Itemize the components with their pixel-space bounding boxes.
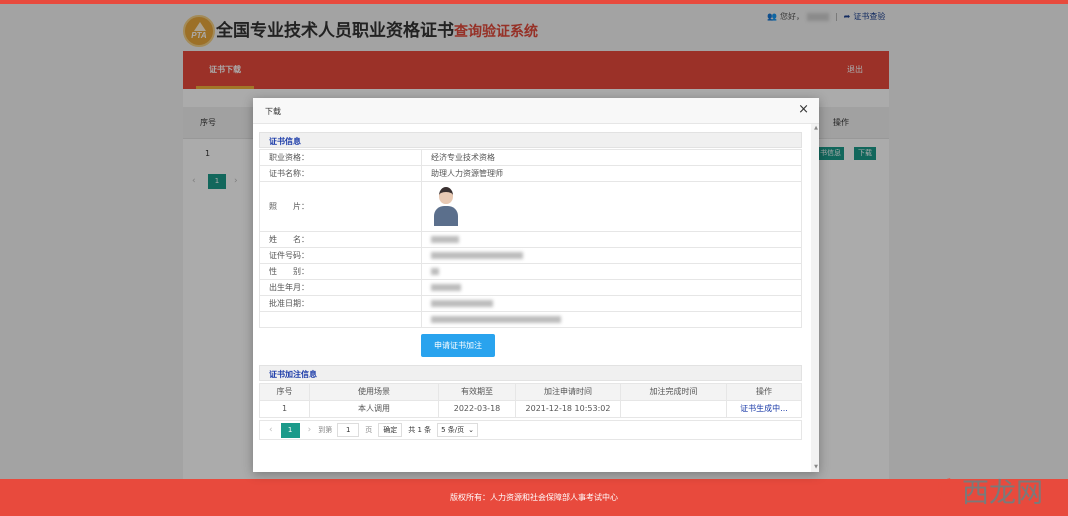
redacted-value [431,268,439,275]
annotation-section-title: 证书加注信息 [269,370,317,379]
watermark-rest: 西龙网 [962,478,1043,509]
cell-scene: 本人调用 [309,400,439,418]
info-row-birth: 出生年月： [259,279,802,296]
column-header: 操作 [726,383,802,401]
pager-prev-icon[interactable]: ‹ [269,425,273,435]
info-label [259,311,422,328]
pager-goto-label: 到第 [318,426,333,434]
table-row: 1 本人调用 2022-03-18 2021-12-18 10:53:02 证书… [259,400,802,418]
watermark-accent: 广 [935,478,962,509]
info-label: 姓 名： [259,231,422,248]
pager-unit-label: 页 [365,426,373,434]
column-header: 加注申请时间 [515,383,621,401]
scroll-down-icon[interactable]: ▼ [814,464,818,470]
certificate-info-section-title: 证书信息 [269,137,301,146]
certificate-info-section-header: 证书信息 [259,132,802,148]
info-value-redacted [421,279,802,296]
scroll-up-icon[interactable]: ▲ [814,125,818,131]
redacted-value [431,236,459,243]
column-header: 加注完成时间 [620,383,727,401]
cell-valid-until: 2022-03-18 [438,400,516,418]
modal-title: 下载 [265,107,281,116]
info-label: 批准日期： [259,295,422,312]
info-label: 职业资格： [259,149,422,166]
copyright-text: 版权所有：人力资源和社会保障部人事考试中心 [450,493,618,502]
pager-total: 共 1 条 [408,426,432,434]
close-icon[interactable]: × [798,102,809,118]
info-photo-cell [421,181,802,232]
info-label: 照 片： [259,181,422,232]
info-row-issuer [259,311,802,328]
info-row-photo: 照 片： [259,181,802,232]
footer: 版权所有：人力资源和社会保障部人事考试中心 [0,479,1068,516]
cell-seq: 1 [259,400,310,418]
photo-head [439,187,453,204]
info-row-gender: 性 别： [259,263,802,280]
info-row-cert-name: 证书名称： 助理人力资源管理师 [259,165,802,182]
annotation-pager: ‹ 1 › 到第 1 页 确定 共 1 条 5 条/页 ⌄ [259,420,802,440]
info-row-name: 姓 名： [259,231,802,248]
modal-header: 下载 × [253,98,819,124]
column-header: 序号 [259,383,310,401]
info-label: 证件号码： [259,247,422,264]
certificate-generating-link[interactable]: 证书生成中... [726,400,802,418]
id-photo [431,184,461,226]
info-label: 性 别： [259,263,422,280]
pager-next-icon[interactable]: › [308,425,312,435]
cell-finish-time [620,400,727,418]
info-value-redacted [421,263,802,280]
info-row-approval-date: 批准日期： [259,295,802,312]
pager-confirm-button[interactable]: 确定 [378,423,403,437]
column-header: 有效期至 [438,383,516,401]
watermark-logo: 广西龙网 [935,471,1043,510]
modal-scrollbar[interactable] [811,124,819,472]
redacted-value [431,316,561,323]
download-modal: 下载 × ▲ ▼ 证书信息 职业资格： 经济专业技术资格 证书名称： 助理人力资… [253,98,819,472]
apply-annotation-button[interactable]: 申请证书加注 [421,334,495,357]
annotation-header-row: 序号 使用场景 有效期至 加注申请时间 加注完成时间 操作 [259,383,802,401]
pager-current-page[interactable]: 1 [280,422,300,438]
info-value: 经济专业技术资格 [421,149,802,166]
info-value-redacted [421,311,802,328]
chevron-down-icon: ⌄ [468,426,475,434]
info-value-redacted [421,247,802,264]
info-value: 助理人力资源管理师 [421,165,802,182]
page-size-select[interactable]: 5 条/页 ⌄ [437,423,479,437]
pager-page-input[interactable]: 1 [337,423,360,437]
redacted-value [431,300,493,307]
info-value-redacted [421,295,802,312]
cell-apply-time: 2021-12-18 10:53:02 [515,400,621,418]
info-row-id-number: 证件号码： [259,247,802,264]
info-label: 出生年月： [259,279,422,296]
redacted-value [431,252,523,259]
column-header: 使用场景 [309,383,439,401]
certificate-info-table: 职业资格： 经济专业技术资格 证书名称： 助理人力资源管理师 照 片： 姓 名：… [259,149,802,328]
annotation-table: 序号 使用场景 有效期至 加注申请时间 加注完成时间 操作 1 本人调用 202… [259,383,802,418]
info-label: 证书名称： [259,165,422,182]
redacted-value [431,284,461,291]
photo-body [434,206,458,226]
info-value-redacted [421,231,802,248]
annotation-section-header: 证书加注信息 [259,365,802,381]
info-row-qualification: 职业资格： 经济专业技术资格 [259,149,802,166]
page-size-value: 5 条/页 [441,426,465,434]
